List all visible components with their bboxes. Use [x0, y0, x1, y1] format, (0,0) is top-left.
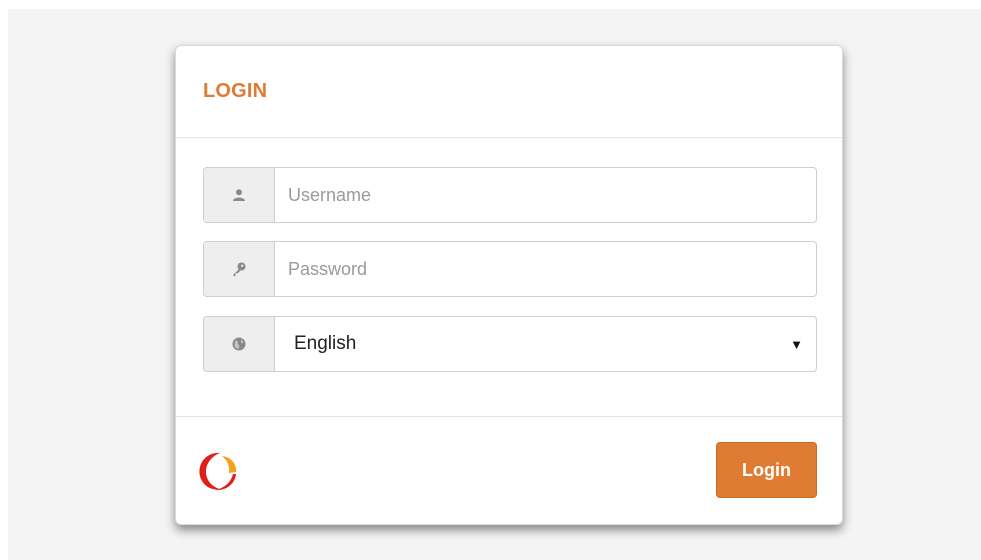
card-header: LOGIN: [176, 46, 842, 138]
username-input[interactable]: [275, 168, 816, 222]
caret-down-icon: ▼: [790, 336, 803, 352]
brand-logo-icon: [199, 452, 237, 491]
username-field-group: [203, 167, 817, 223]
login-card: LOGIN Username English ▼ Login: [175, 45, 843, 525]
language-select[interactable]: English ▼: [203, 316, 817, 372]
password-field-group: [203, 241, 817, 297]
card-footer: Login: [176, 416, 842, 526]
language-addon: [204, 317, 275, 371]
user-icon: [233, 189, 245, 201]
page: LOGIN Username English ▼ Login: [0, 0, 981, 560]
login-title: LOGIN: [203, 80, 268, 102]
key-icon: [233, 262, 246, 277]
password-input[interactable]: [275, 242, 816, 296]
username-addon: [204, 168, 275, 222]
password-addon: [204, 242, 275, 296]
login-button[interactable]: Login: [716, 442, 817, 498]
language-select-box[interactable]: English ▼: [275, 317, 816, 371]
globe-icon: [232, 337, 246, 351]
language-selected-value: English: [294, 333, 357, 354]
